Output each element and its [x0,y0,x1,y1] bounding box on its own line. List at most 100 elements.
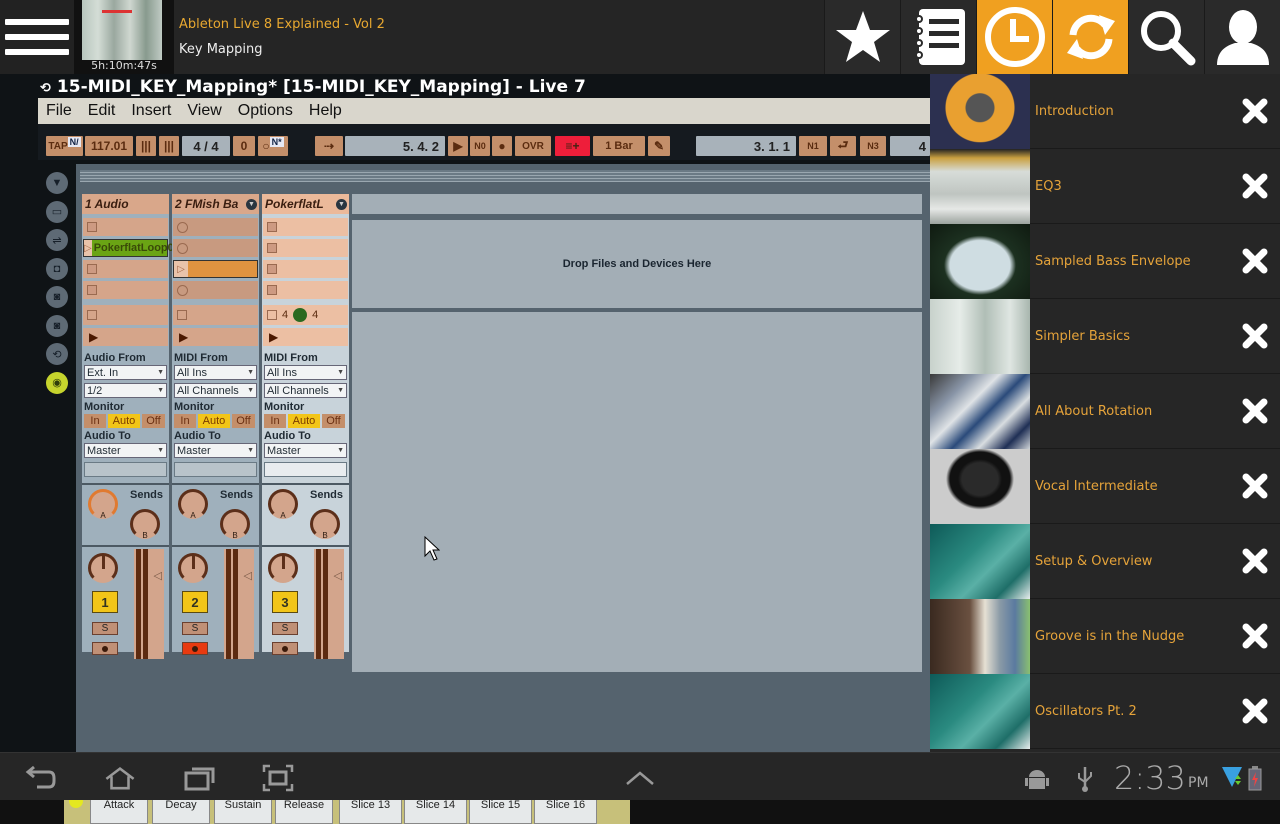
input-type-select[interactable]: All Ins ▼ [174,365,257,380]
clip-slot[interactable] [83,281,168,299]
monitor-off[interactable]: Off [142,414,165,428]
playlist-item[interactable]: Groove is in the Nudge [930,598,1280,674]
input-type-select[interactable]: Ext. In ▼ [84,365,167,380]
account-button[interactable] [1204,0,1280,74]
send-a-knob[interactable]: A [88,489,118,520]
remove-button[interactable] [1230,548,1280,574]
playlist-item[interactable]: Setup & Overview [930,523,1280,599]
search-button[interactable] [1128,0,1204,74]
menu-edit[interactable]: Edit [88,102,116,120]
output-channel-select[interactable] [174,462,257,477]
clip-slot[interactable] [173,281,258,299]
playlist-item[interactable]: All About Rotation [930,373,1280,449]
remove-button[interactable] [1230,173,1280,199]
output-channel-select[interactable] [264,462,347,477]
pan-knob[interactable] [178,553,208,583]
sync-button[interactable] [1052,0,1128,74]
input-channel-select[interactable]: All Channels ▼ [264,383,347,398]
send-b-knob[interactable]: B [220,509,250,540]
clip-slot[interactable] [83,218,168,236]
library-icon[interactable]: ◘ [46,257,68,280]
launch-button[interactable]: ▶ [83,328,168,346]
pan-knob[interactable] [268,553,298,583]
playlist-item[interactable]: Sampled Bass Envelope [930,223,1280,299]
remove-button[interactable] [1230,623,1280,649]
overdub-button[interactable]: OVR [515,136,551,156]
playlist-item[interactable]: Simpler Basics [930,298,1280,374]
send-b-knob[interactable]: B [310,509,340,540]
output-select[interactable]: Master ▼ [264,443,347,458]
remove-button[interactable] [1230,248,1280,274]
loop-start-field[interactable]: 3. 1. 1 [696,136,796,156]
track-menu-icon[interactable]: ▼ [246,198,257,210]
record-button[interactable]: ● [492,136,512,156]
menu-help[interactable]: Help [309,102,342,120]
video-frame[interactable]: ⟲ 15-MIDI_KEY_Mapping* [15-MIDI_KEY_Mappi… [0,74,930,824]
metronome-button[interactable]: ○ N* [258,136,288,156]
punch-out-button[interactable]: N3 [860,136,886,156]
playlist-item[interactable]: Oscillators Pt. 2 [930,673,1280,749]
clip-slot-playing[interactable]: ▷ [173,260,258,278]
usb-icon[interactable] [1070,763,1100,793]
arm-button[interactable] [92,642,118,655]
remove-button[interactable] [1230,98,1280,124]
punch-in-button[interactable]: N1 [799,136,827,156]
recent-apps-button[interactable] [182,763,218,793]
monitor-in[interactable]: In [264,414,286,428]
clip-slot[interactable] [263,239,348,257]
folder-2-icon[interactable]: ◙ [46,314,68,337]
track-header[interactable]: 2 FMish Ba ▼ [172,194,259,214]
tap-button[interactable]: TAP N/ [46,136,83,156]
follow-button[interactable]: ⇢ [315,136,343,156]
track-menu-icon[interactable]: ▼ [336,198,347,210]
monitor-off[interactable]: Off [322,414,345,428]
track-header[interactable]: PokerflatL ▼ [262,194,349,214]
arm-button[interactable] [182,642,208,655]
monitor-auto[interactable]: Auto [198,414,230,428]
playlist-item[interactable]: Introduction [930,73,1280,149]
menu-insert[interactable]: Insert [131,102,171,120]
active-view-icon[interactable]: ◉ [46,371,68,394]
android-debug-icon[interactable] [1022,763,1052,793]
stop-clips-row[interactable] [173,305,258,325]
home-button[interactable] [100,763,140,793]
monitor-in[interactable]: In [174,414,196,428]
notes-button[interactable] [900,0,976,74]
monitor-in[interactable]: In [84,414,106,428]
monitor-auto[interactable]: Auto [108,414,140,428]
track-activator[interactable]: 2 [182,591,208,613]
clip-slot[interactable] [173,218,258,236]
solo-button[interactable]: S [92,622,118,635]
course-thumbnail[interactable]: 5h:10m:47s [74,0,174,74]
clip-slot[interactable] [263,281,348,299]
draw-mode-button[interactable]: ≡+ [555,136,590,156]
nudge-down-button[interactable]: ||| [136,136,156,156]
menu-file[interactable]: File [46,102,72,120]
remove-button[interactable] [1230,323,1280,349]
track-activator[interactable]: 3 [272,591,298,613]
remove-button[interactable] [1230,398,1280,424]
back-button[interactable] [22,763,58,793]
clip-slot[interactable] [173,239,258,257]
expand-button[interactable] [622,763,658,793]
file-browser-icon[interactable]: ▭ [46,200,68,223]
metronome-field[interactable]: 0 [233,136,255,156]
time-signature-field[interactable]: 4 / 4 [182,136,230,156]
stop-clips-row[interactable]: 44 [263,305,348,325]
quantize-select[interactable]: 1 Bar [593,136,645,156]
loop-length-field[interactable]: 4 [890,136,930,156]
track-activator[interactable]: 1 [92,591,118,613]
output-select[interactable]: Master ▼ [84,443,167,458]
volume-fader[interactable]: ◁ [314,549,344,659]
pencil-icon[interactable]: ✎ [648,136,670,156]
input-channel-select[interactable]: 1/2 ▼ [84,383,167,398]
volume-fader[interactable]: ◁ [134,549,164,659]
output-select[interactable]: Master ▼ [174,443,257,458]
menu-button[interactable] [0,0,74,74]
browser-toggle-icon[interactable]: ▼ [46,172,68,194]
arrangement-position[interactable]: 5. 4. 2 [345,136,445,156]
volume-fader[interactable]: ◁ [224,549,254,659]
monitor-off[interactable]: Off [232,414,255,428]
stop-clips-row[interactable] [83,305,168,325]
favorites-button[interactable] [824,0,900,74]
